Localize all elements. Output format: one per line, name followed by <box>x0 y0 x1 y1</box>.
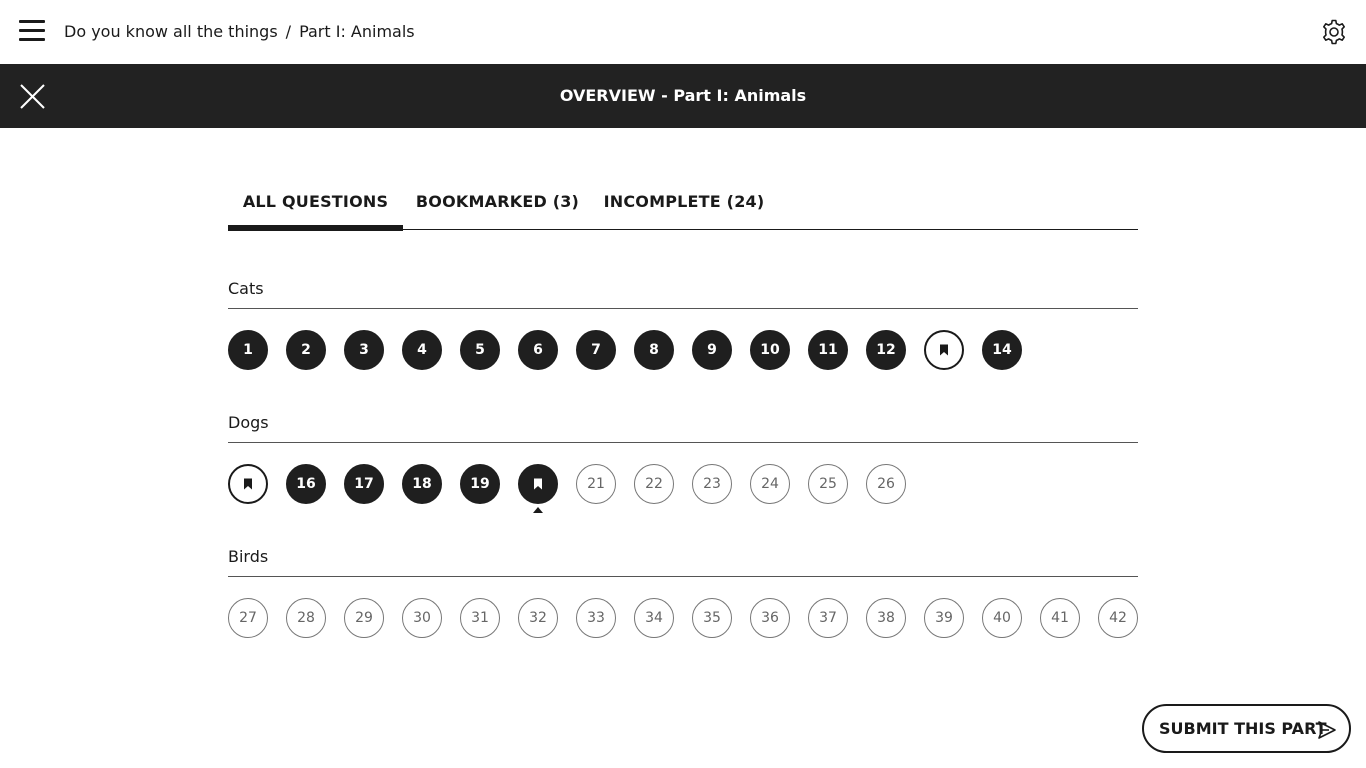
question-button-incomplete[interactable]: 32 <box>518 598 558 638</box>
section-divider <box>228 308 1138 309</box>
question-button-answered[interactable]: 12 <box>866 330 906 370</box>
question-button-incomplete[interactable]: 40 <box>982 598 1022 638</box>
breadcrumb-part: Part I: Animals <box>299 22 415 41</box>
question-button-incomplete[interactable]: 36 <box>750 598 790 638</box>
question-button-answered[interactable]: 19 <box>460 464 500 504</box>
overview-title: OVERVIEW - Part I: Animals <box>559 86 807 105</box>
section-title-cats: Cats <box>228 279 264 298</box>
bookmark-icon <box>244 478 252 490</box>
question-button-answered[interactable]: 17 <box>344 464 384 504</box>
question-button-incomplete[interactable]: 25 <box>808 464 848 504</box>
question-button-incomplete[interactable]: 30 <box>402 598 442 638</box>
question-button-incomplete[interactable]: 21 <box>576 464 616 504</box>
tab-bookmarked[interactable]: BOOKMARKED (3) <box>415 180 580 229</box>
section-title-birds: Birds <box>228 547 269 566</box>
question-button-answered[interactable]: 2 <box>286 330 326 370</box>
section-title-dogs: Dogs <box>228 413 269 432</box>
question-button-answered[interactable]: 10 <box>750 330 790 370</box>
question-button-incomplete[interactable]: 27 <box>228 598 268 638</box>
question-button-answered[interactable]: 5 <box>460 330 500 370</box>
current-question-indicator <box>533 507 543 513</box>
send-icon <box>1318 721 1336 739</box>
question-button-answered[interactable]: 6 <box>518 330 558 370</box>
question-button-incomplete[interactable]: 37 <box>808 598 848 638</box>
hamburger-menu-icon[interactable] <box>19 20 45 42</box>
question-button-incomplete[interactable]: 22 <box>634 464 674 504</box>
question-button-incomplete[interactable]: 38 <box>866 598 906 638</box>
question-button-answered[interactable]: 4 <box>402 330 442 370</box>
question-button-answered[interactable]: 16 <box>286 464 326 504</box>
question-button-incomplete[interactable]: 33 <box>576 598 616 638</box>
section-divider <box>228 576 1138 577</box>
gear-icon[interactable] <box>1321 19 1347 45</box>
breadcrumb-separator: / <box>285 22 292 41</box>
tab-incomplete[interactable]: INCOMPLETE (24) <box>603 180 765 229</box>
question-button-incomplete[interactable]: 28 <box>286 598 326 638</box>
question-button-incomplete[interactable]: 24 <box>750 464 790 504</box>
question-button-answered[interactable]: 8 <box>634 330 674 370</box>
breadcrumb: Do you know all the things / Part I: Anima… <box>64 22 415 42</box>
question-button-incomplete[interactable]: 29 <box>344 598 384 638</box>
breadcrumb-course[interactable]: Do you know all the things <box>64 22 278 41</box>
question-button-incomplete[interactable]: 26 <box>866 464 906 504</box>
submit-part-label: SUBMIT THIS PART <box>1159 719 1327 738</box>
question-button-incomplete[interactable]: 42 <box>1098 598 1138 638</box>
bookmark-icon <box>534 478 542 490</box>
question-filter-tabs: ALL QUESTIONS BOOKMARKED (3) INCOMPLETE … <box>228 180 1138 231</box>
question-button-answered[interactable]: 1 <box>228 330 268 370</box>
question-button-answered[interactable]: 9 <box>692 330 732 370</box>
submit-part-button[interactable]: SUBMIT THIS PART <box>1142 704 1351 753</box>
question-button-incomplete[interactable]: 23 <box>692 464 732 504</box>
question-button-bookmarked[interactable] <box>924 330 964 370</box>
question-button-incomplete[interactable]: 35 <box>692 598 732 638</box>
question-button-bookmarked-current[interactable] <box>518 464 558 504</box>
question-button-answered[interactable]: 7 <box>576 330 616 370</box>
question-button-incomplete[interactable]: 41 <box>1040 598 1080 638</box>
section-divider <box>228 442 1138 443</box>
question-button-answered[interactable]: 14 <box>982 330 1022 370</box>
tab-all-questions[interactable]: ALL QUESTIONS <box>228 180 403 231</box>
question-button-answered[interactable]: 11 <box>808 330 848 370</box>
question-button-bookmarked[interactable] <box>228 464 268 504</box>
question-button-answered[interactable]: 18 <box>402 464 442 504</box>
bookmark-icon <box>940 344 948 356</box>
question-button-answered[interactable]: 3 <box>344 330 384 370</box>
question-button-incomplete[interactable]: 31 <box>460 598 500 638</box>
question-button-incomplete[interactable]: 39 <box>924 598 964 638</box>
question-button-incomplete[interactable]: 34 <box>634 598 674 638</box>
